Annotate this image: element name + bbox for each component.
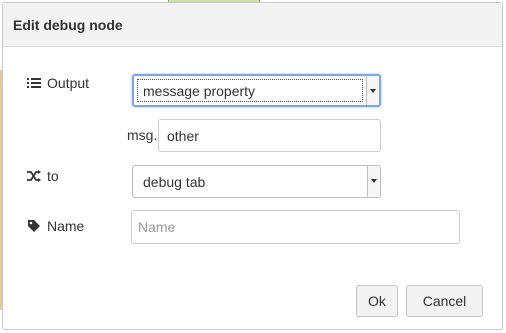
to-select[interactable]: debug tab bbox=[132, 165, 381, 198]
name-label-row: Name bbox=[27, 218, 84, 234]
to-label-row: to bbox=[27, 168, 59, 184]
output-property-value: other bbox=[167, 128, 199, 144]
output-type-value: message property bbox=[143, 83, 256, 99]
chevron-down-icon[interactable] bbox=[367, 166, 380, 197]
name-label: Name bbox=[47, 218, 85, 234]
cancel-button[interactable]: Cancel bbox=[406, 285, 483, 317]
to-select-value: debug tab bbox=[143, 174, 206, 190]
list-icon bbox=[27, 78, 41, 88]
output-label-row: Output bbox=[27, 75, 89, 91]
output-type-select[interactable]: message property bbox=[132, 74, 381, 107]
tag-icon bbox=[28, 220, 40, 232]
msg-prefix: msg. bbox=[127, 127, 158, 143]
output-property-input[interactable]: other bbox=[158, 119, 381, 152]
name-input[interactable]: Name bbox=[131, 210, 460, 244]
dialog-titlebar: Edit debug node bbox=[3, 3, 502, 47]
chevron-down-icon[interactable] bbox=[366, 76, 379, 105]
output-label: Output bbox=[47, 75, 90, 91]
name-placeholder: Name bbox=[138, 219, 176, 235]
ok-button[interactable]: Ok bbox=[356, 285, 398, 317]
to-label: to bbox=[47, 168, 59, 184]
edit-debug-node-dialog: Edit debug node Output message property … bbox=[2, 2, 503, 330]
dialog-title: Edit debug node bbox=[13, 17, 123, 33]
shuffle-icon bbox=[27, 170, 41, 182]
